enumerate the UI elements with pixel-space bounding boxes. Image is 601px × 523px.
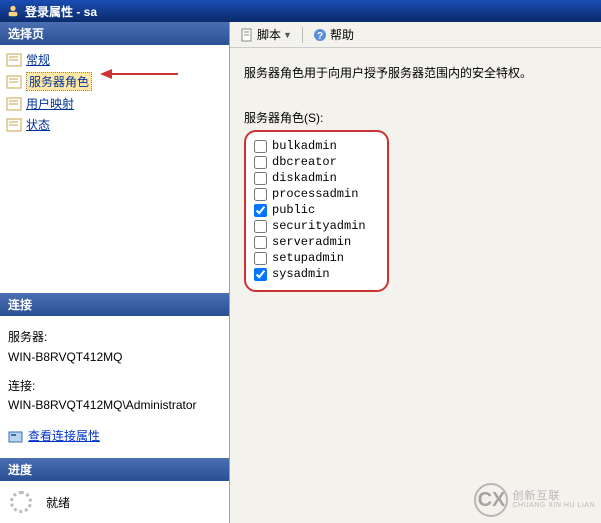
watermark: CX 创新互联 CHUANG XIN HU LIAN <box>474 483 595 517</box>
nav-item-server-roles[interactable]: 服务器角色 <box>0 70 229 93</box>
watermark-text-en: CHUANG XIN HU LIAN <box>512 502 595 510</box>
server-roles-list: bulkadmin dbcreator diskadmin processadmin p… <box>244 130 389 292</box>
role-name: setupadmin <box>272 251 344 265</box>
connection-header: 连接 <box>0 293 229 316</box>
watermark-logo: CX <box>474 483 508 517</box>
server-label: 服务器: <box>8 328 221 347</box>
role-checkbox[interactable] <box>254 140 267 153</box>
toolbar-separator <box>302 27 303 43</box>
script-icon <box>240 28 254 42</box>
spinner-icon <box>10 491 32 513</box>
role-name: securityadmin <box>272 219 366 233</box>
content-area: 服务器角色用于向用户授予服务器范围内的安全特权。 服务器角色(S): bulka… <box>230 48 601 523</box>
role-checkbox[interactable] <box>254 204 267 217</box>
nav-label: 常规 <box>26 51 50 68</box>
page-icon <box>6 97 22 111</box>
role-item[interactable]: bulkadmin <box>254 138 379 154</box>
help-icon: ? <box>313 28 327 42</box>
description-text: 服务器角色用于向用户授予服务器范围内的安全特权。 <box>244 64 587 81</box>
role-item[interactable]: securityadmin <box>254 218 379 234</box>
view-connection-label: 查看连接属性 <box>28 427 100 446</box>
role-checkbox[interactable] <box>254 252 267 265</box>
role-checkbox[interactable] <box>254 172 267 185</box>
nav-label: 用户映射 <box>26 95 74 112</box>
role-item[interactable]: dbcreator <box>254 154 379 170</box>
role-item[interactable]: sysadmin <box>254 266 379 282</box>
window-title: 登录属性 - sa <box>25 3 97 20</box>
sidebar: 选择页 常规 服务器角色 用户映射 状态 连接 <box>0 22 230 523</box>
role-checkbox[interactable] <box>254 220 267 233</box>
svg-text:?: ? <box>317 31 323 42</box>
script-button[interactable]: 脚本 ▼ <box>236 24 296 45</box>
role-checkbox[interactable] <box>254 236 267 249</box>
role-item[interactable]: serveradmin <box>254 234 379 250</box>
role-item[interactable]: setupadmin <box>254 250 379 266</box>
properties-icon <box>8 430 24 444</box>
nav-label: 服务器角色 <box>26 72 92 91</box>
role-name: dbcreator <box>272 155 337 169</box>
page-icon <box>6 75 22 89</box>
nav-item-user-mapping[interactable]: 用户映射 <box>0 93 229 114</box>
role-name: diskadmin <box>272 171 337 185</box>
role-name: public <box>272 203 315 217</box>
login-icon <box>6 4 20 18</box>
role-item[interactable]: public <box>254 202 379 218</box>
script-label: 脚本 <box>257 26 281 43</box>
role-checkbox[interactable] <box>254 268 267 281</box>
nav-list: 常规 服务器角色 用户映射 状态 <box>0 45 229 139</box>
role-checkbox[interactable] <box>254 156 267 169</box>
nav-label: 状态 <box>26 116 50 133</box>
progress-header: 进度 <box>0 458 229 481</box>
role-name: bulkadmin <box>272 139 337 153</box>
server-value: WIN-B8RVQT412MQ <box>8 348 221 367</box>
toolbar: 脚本 ▼ ? 帮助 <box>230 22 601 48</box>
page-icon <box>6 53 22 67</box>
help-label: 帮助 <box>330 26 354 43</box>
main-panel: 脚本 ▼ ? 帮助 服务器角色用于向用户授予服务器范围内的安全特权。 服务器角色… <box>230 22 601 523</box>
select-page-header: 选择页 <box>0 22 229 45</box>
nav-item-status[interactable]: 状态 <box>0 114 229 135</box>
connection-body: 服务器: WIN-B8RVQT412MQ 连接: WIN-B8RVQT412MQ… <box>0 316 229 458</box>
nav-item-general[interactable]: 常规 <box>0 49 229 70</box>
conn-value: WIN-B8RVQT412MQ\Administrator <box>8 396 221 415</box>
role-name: processadmin <box>272 187 358 201</box>
help-button[interactable]: ? 帮助 <box>309 24 358 45</box>
page-icon <box>6 118 22 132</box>
conn-label: 连接: <box>8 377 221 396</box>
role-name: serveradmin <box>272 235 351 249</box>
progress-body: 就绪 <box>0 481 229 523</box>
role-item[interactable]: diskadmin <box>254 170 379 186</box>
progress-status: 就绪 <box>46 494 70 511</box>
view-connection-link[interactable]: 查看连接属性 <box>8 427 100 446</box>
chevron-down-icon: ▼ <box>283 30 292 40</box>
role-item[interactable]: processadmin <box>254 186 379 202</box>
role-checkbox[interactable] <box>254 188 267 201</box>
watermark-text-cn: 创新互联 <box>512 490 595 502</box>
roles-label: 服务器角色(S): <box>244 109 587 126</box>
titlebar: 登录属性 - sa <box>0 0 601 22</box>
role-name: sysadmin <box>272 267 330 281</box>
